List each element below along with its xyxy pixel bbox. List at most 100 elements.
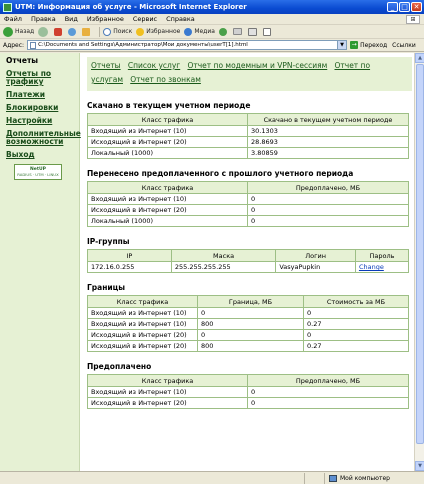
- table-row: Входящий из Интернет (10) 30.1303: [87, 125, 409, 137]
- minimize-button[interactable]: _: [387, 2, 398, 12]
- topnav-reports[interactable]: Отчеты: [91, 61, 121, 70]
- close-button[interactable]: ✕: [411, 2, 422, 12]
- address-bar: Адрес: C:\Documents and Settings\Админис…: [0, 39, 424, 52]
- traffic-section-title: Скачано в текущем учетном периоде: [87, 101, 251, 110]
- print-icon: [247, 27, 257, 36]
- go-button[interactable]: → Переход: [350, 41, 387, 49]
- table-cell: Исходящий в Интернет (20): [87, 329, 198, 341]
- print-button[interactable]: [247, 27, 259, 36]
- table-cell: 0: [247, 215, 409, 227]
- menu-tools[interactable]: Сервис: [133, 15, 157, 23]
- table-cell: Исходящий в Интернет (20): [87, 340, 198, 352]
- chevron-down-icon[interactable]: ▼: [337, 41, 347, 49]
- forward-button[interactable]: [38, 26, 50, 37]
- table-cell: Локальный (1000): [87, 147, 248, 159]
- mail-button[interactable]: [232, 28, 244, 35]
- topnav-modem-vpn-report[interactable]: Отчет по модемным и VPN-сессиям: [187, 61, 327, 70]
- history-button[interactable]: [218, 27, 229, 36]
- nav-payments[interactable]: Платежи: [6, 91, 79, 99]
- page-viewport: Отчеты Отчеты по трафику Платежи Блокиро…: [0, 53, 424, 471]
- table-cell: Входящий из Интернет (10): [87, 125, 248, 137]
- menu-view[interactable]: Вид: [65, 15, 78, 23]
- nav-traffic-reports[interactable]: Отчеты по трафику: [6, 70, 79, 86]
- search-button[interactable]: Поиск: [103, 27, 132, 36]
- change-password-link[interactable]: Change: [359, 263, 384, 271]
- forward-arrow-icon: [38, 26, 49, 37]
- topnav-services-list[interactable]: Список услуг: [128, 61, 180, 70]
- limits-table: Класс трафика Граница, МБ Стоимость за М…: [87, 295, 409, 352]
- table-cell: Входящий из Интернет (10): [87, 193, 248, 205]
- limits-section-title: Границы: [87, 283, 125, 292]
- vertical-scrollbar[interactable]: ▲ ▼: [414, 53, 424, 471]
- links-button[interactable]: Ссылки: [392, 42, 416, 49]
- toolbar: Назад Поиск Избранное Медиа: [0, 25, 424, 39]
- table-cell: 0: [247, 204, 409, 216]
- nav-settings[interactable]: Настройки: [6, 117, 79, 125]
- menu-help[interactable]: Справка: [166, 15, 195, 23]
- table-row: Входящий из Интернет (10) 0 0: [87, 307, 409, 319]
- computer-icon: [329, 474, 337, 482]
- refresh-icon: [68, 27, 77, 36]
- scroll-up-arrow-icon[interactable]: ▲: [415, 53, 424, 63]
- nav-reports[interactable]: Отчеты: [6, 57, 79, 65]
- mail-icon: [232, 28, 242, 35]
- table-cell: Локальный (1000): [87, 215, 248, 227]
- column-header: Предоплачено, МБ: [247, 374, 409, 387]
- column-header: IP: [87, 249, 172, 262]
- maximize-button[interactable]: □: [399, 2, 410, 12]
- column-header: Класс трафика: [87, 113, 248, 126]
- prepaid-moved-table: Класс трафика Предоплачено, МБ Входящий …: [87, 181, 409, 227]
- prepaid-moved-section-title: Перенесено предоплаченного с прошлого уч…: [87, 169, 354, 178]
- topnav-calls-report[interactable]: Отчет по звонкам: [130, 75, 201, 84]
- address-input[interactable]: C:\Documents and Settings\Администратор\…: [27, 40, 348, 50]
- table-row: 172.16.0.255 255.255.255.255 VasyaPupkin…: [87, 261, 410, 273]
- edit-button[interactable]: [262, 27, 273, 36]
- ip-groups-table: IP Маска Логин Пароль 172.16.0.255 255.2…: [87, 249, 410, 273]
- table-row: Входящий из Интернет (10) 0: [87, 193, 409, 205]
- table-row: Исходящий в Интернет (20) 0: [87, 204, 409, 216]
- go-arrow-icon: →: [350, 41, 359, 49]
- table-cell: 0: [247, 386, 409, 398]
- stop-button[interactable]: [54, 27, 64, 36]
- refresh-button[interactable]: [68, 27, 78, 36]
- table-cell: 0: [197, 307, 304, 319]
- prepaid-table: Класс трафика Предоплачено, МБ Входящий …: [87, 374, 409, 409]
- table-cell: Исходящий в Интернет (20): [87, 136, 248, 148]
- nav-logout[interactable]: Выход: [6, 151, 79, 159]
- star-icon: [136, 27, 145, 36]
- table-cell: Входящий из Интернет (10): [87, 386, 248, 398]
- column-header: Логин: [275, 249, 356, 262]
- back-button[interactable]: Назад: [3, 26, 34, 37]
- menu-favorites[interactable]: Избранное: [87, 15, 124, 23]
- window-titlebar: UTM: Информация об услуге - Microsoft In…: [0, 0, 424, 14]
- table-cell: Входящий из Интернет (10): [87, 318, 198, 330]
- favorites-button[interactable]: Избранное: [136, 27, 180, 36]
- table-cell: 3.80859: [247, 147, 409, 159]
- table-row: Исходящий в Интернет (20) 0 0: [87, 329, 409, 341]
- table-cell: 172.16.0.255: [87, 261, 172, 273]
- main-content: Отчеты Список услуг Отчет по модемным и …: [87, 57, 412, 409]
- menu-edit[interactable]: Правка: [31, 15, 56, 23]
- top-navigation: Отчеты Список услуг Отчет по модемным и …: [87, 57, 412, 91]
- table-cell: 28.8693: [247, 136, 409, 148]
- column-header: Пароль: [354, 249, 410, 262]
- media-button[interactable]: Медиа: [184, 27, 215, 36]
- table-cell: Исходящий в Интернет (20): [87, 397, 248, 409]
- table-cell: Change: [354, 261, 410, 273]
- stop-icon: [54, 27, 63, 36]
- table-row: Исходящий в Интернет (20) 800 0.27: [87, 340, 409, 352]
- table-row: Локальный (1000) 3.80859: [87, 147, 409, 159]
- window-controls: _ □ ✕: [387, 2, 422, 12]
- table-cell: 0: [303, 329, 409, 341]
- table-cell: 800: [197, 340, 304, 352]
- scroll-thumb[interactable]: [416, 64, 424, 444]
- nav-additional[interactable]: Дополнительные возможности: [6, 130, 81, 146]
- table-cell: 30.1303: [247, 125, 409, 137]
- table-cell: 0.27: [303, 318, 409, 330]
- home-button[interactable]: [82, 27, 92, 36]
- scroll-down-arrow-icon[interactable]: ▼: [415, 461, 424, 471]
- column-header: Класс трафика: [87, 181, 248, 194]
- menu-file[interactable]: Файл: [4, 15, 22, 23]
- nav-blocks[interactable]: Блокировки: [6, 104, 79, 112]
- column-header: Граница, МБ: [197, 295, 304, 308]
